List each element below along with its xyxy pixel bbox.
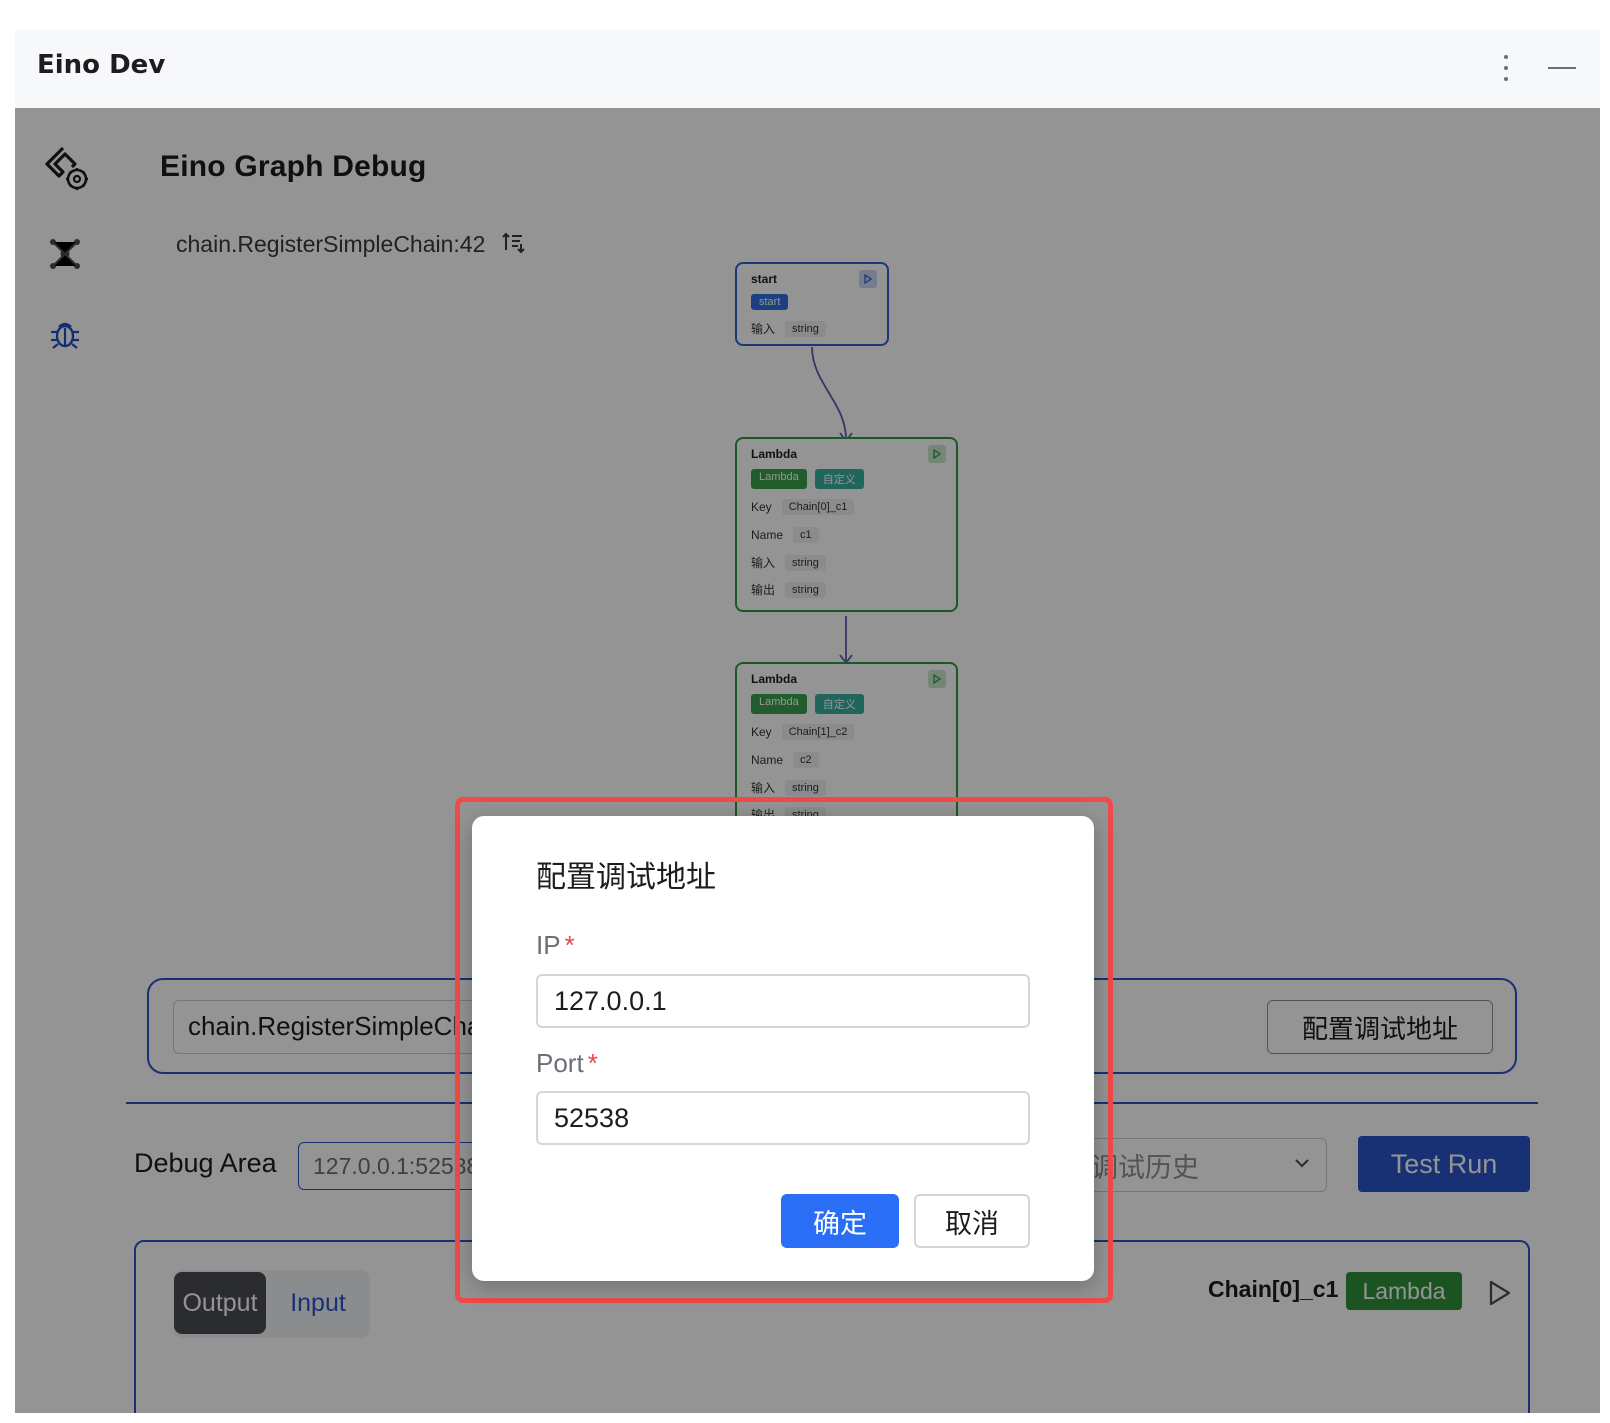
ip-label: IP *	[536, 930, 575, 961]
config-address-dialog: 配置调试地址 IP * 127.0.0.1 Port * 52538 确定 取消	[472, 816, 1094, 1281]
port-label-text: Port	[536, 1048, 584, 1078]
port-input[interactable]: 52538	[536, 1091, 1030, 1145]
app-title: Eino Dev	[37, 50, 166, 80]
confirm-button[interactable]: 确定	[781, 1194, 899, 1248]
more-options-icon[interactable]	[1495, 50, 1517, 86]
title-bar: Eino Dev	[15, 30, 1600, 108]
ip-label-text: IP	[536, 930, 561, 960]
minimize-icon[interactable]	[1545, 50, 1579, 86]
required-mark: *	[564, 930, 575, 960]
required-mark: *	[587, 1048, 598, 1078]
dialog-title: 配置调试地址	[536, 860, 716, 895]
cancel-button[interactable]: 取消	[914, 1194, 1030, 1248]
ip-input[interactable]: 127.0.0.1	[536, 974, 1030, 1028]
port-label: Port *	[536, 1048, 598, 1079]
